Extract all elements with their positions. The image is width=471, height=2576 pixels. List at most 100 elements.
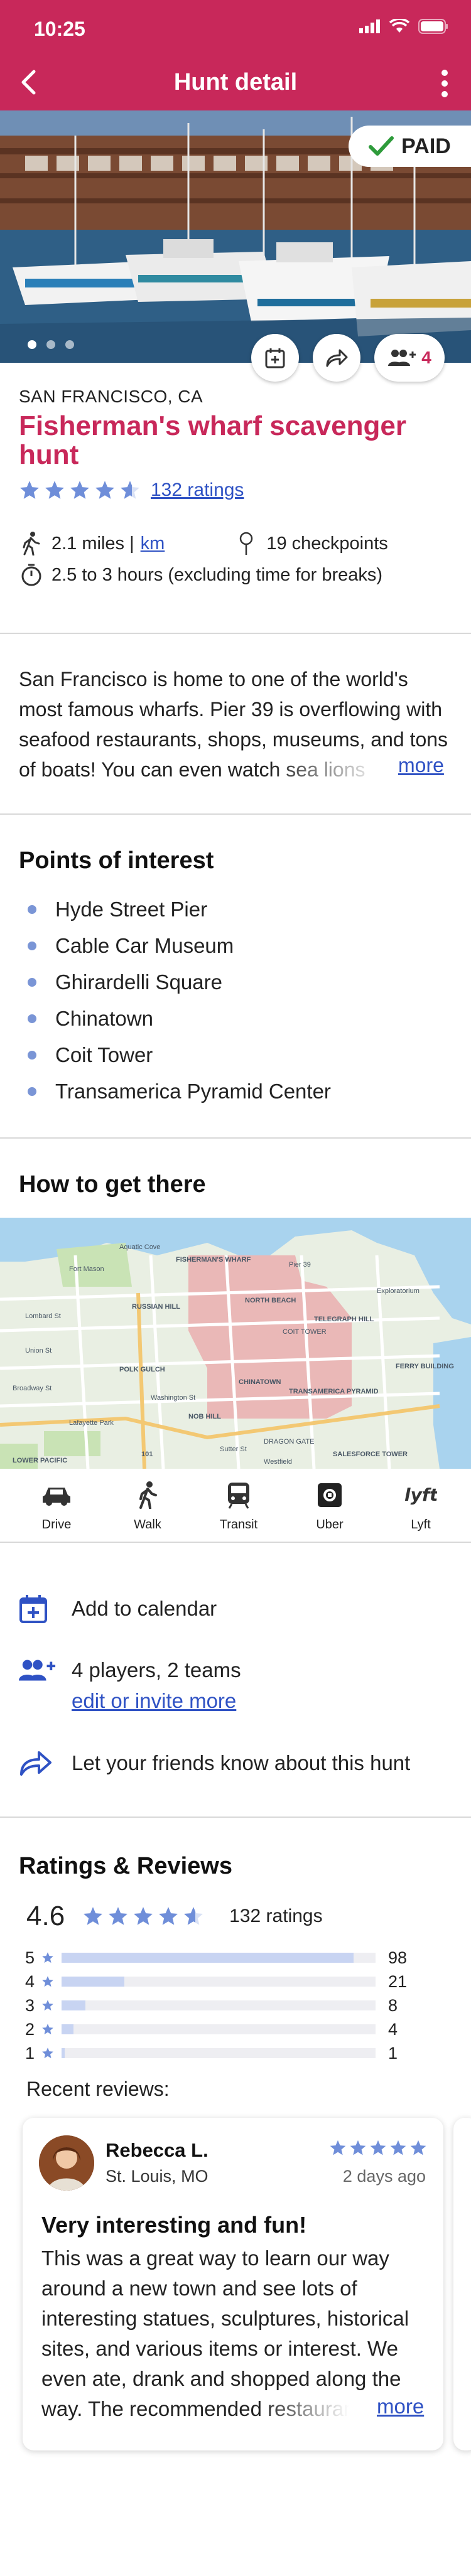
average-stars xyxy=(82,1906,204,1927)
poi-item: Hyde Street Pier xyxy=(28,891,331,928)
players-count: 4 xyxy=(421,348,431,367)
distance-value: 2.1 miles | xyxy=(51,533,134,554)
map-label: Sutter St xyxy=(220,1446,247,1453)
poi-item: Chinatown xyxy=(28,1001,331,1037)
wifi-icon xyxy=(389,19,409,33)
star-icon xyxy=(109,1907,128,1925)
star-icon xyxy=(390,2140,406,2155)
map-label: CHINATOWN xyxy=(239,1378,281,1386)
review-stars xyxy=(329,2139,427,2157)
map-label: SALESFORCE TOWER xyxy=(333,1451,408,1458)
unit-toggle-link[interactable]: km xyxy=(141,534,165,554)
divider xyxy=(0,813,471,815)
add-group-icon xyxy=(388,350,416,366)
rating-bar-fill xyxy=(62,2000,85,2010)
poi-item: Ghirardelli Square xyxy=(28,964,331,1001)
next-review-card[interactable] xyxy=(453,2118,471,2450)
carousel-dot[interactable] xyxy=(46,340,55,349)
description-more-link[interactable]: more xyxy=(398,754,444,777)
transport-walk[interactable]: Walk xyxy=(116,1480,179,1532)
signal-icon xyxy=(359,19,380,33)
points-of-interest-heading: Points of interest xyxy=(19,847,214,874)
star-icon xyxy=(350,2140,366,2155)
walking-icon xyxy=(19,531,44,556)
hunt-rating: 132 ratings xyxy=(19,480,244,501)
players-button[interactable]: 4 xyxy=(374,334,445,382)
svg-text:lyft: lyft xyxy=(404,1484,437,1505)
map[interactable]: Aquatic Cove FISHERMAN'S WHARF Pier 39 F… xyxy=(0,1218,471,1469)
poi-item: Transamerica Pyramid Center xyxy=(28,1073,331,1110)
star-icon xyxy=(84,1907,103,1925)
rating-bar-track xyxy=(62,1953,376,1963)
star-icon xyxy=(42,2000,53,2011)
walk-icon xyxy=(139,1481,157,1509)
status-time: 10:25 xyxy=(34,18,85,40)
map-label: POLK GULCH xyxy=(119,1366,165,1373)
add-group-icon xyxy=(19,1660,56,1681)
recent-reviews-heading: Recent reviews: xyxy=(26,2078,170,2100)
bullet-icon xyxy=(28,905,36,914)
rating-bar-fill xyxy=(62,2048,65,2058)
rating-bar-track xyxy=(62,1977,376,1987)
map-label: TRANSAMERICA PYRAMID xyxy=(289,1388,379,1395)
bullet-icon xyxy=(28,1087,36,1096)
map-label: Lafayette Park xyxy=(69,1419,114,1427)
carousel-dot[interactable] xyxy=(65,340,74,349)
rating-bar-stars: 5 xyxy=(25,1948,35,1967)
directions-heading: How to get there xyxy=(19,1171,206,1198)
map-label: DRAGON GATE xyxy=(264,1438,314,1446)
checkpoints-count: 19 checkpoints xyxy=(266,533,388,554)
rating-bar-row: 1 1 xyxy=(25,2041,452,2065)
calendar-plus-icon xyxy=(19,1595,47,1623)
ratings-count-link[interactable]: 132 ratings xyxy=(151,480,244,501)
star-half-icon xyxy=(184,1907,203,1925)
rating-bar-track xyxy=(62,2024,376,2034)
share-hunt-row[interactable]: Let your friends know about this hunt xyxy=(19,1747,458,1779)
star-icon xyxy=(42,1952,53,1963)
ratings-count: 132 ratings xyxy=(229,1906,323,1926)
star-icon xyxy=(134,1907,153,1925)
carousel-dot[interactable] xyxy=(28,340,36,349)
poi-label: Transamerica Pyramid Center xyxy=(55,1080,331,1103)
divider xyxy=(0,633,471,634)
transport-transit[interactable]: Transit xyxy=(207,1480,270,1532)
transport-label: Transit xyxy=(219,1518,258,1532)
star-icon xyxy=(19,481,40,499)
map-label: Lombard St xyxy=(25,1312,61,1320)
calendar-plus-icon xyxy=(265,348,285,368)
uber-icon xyxy=(318,1483,342,1507)
rating-bar-count: 8 xyxy=(388,1995,398,2015)
add-to-calendar-row[interactable]: Add to calendar xyxy=(19,1593,458,1624)
transport-label: Lyft xyxy=(411,1518,431,1532)
add-to-calendar-button[interactable] xyxy=(251,334,299,382)
more-options-icon[interactable] xyxy=(438,68,451,99)
edit-invite-link[interactable]: edit or invite more xyxy=(72,1686,241,1716)
review-card[interactable]: Rebecca L. St. Louis, MO 2 days ago Very… xyxy=(23,2118,443,2450)
hero-image[interactable]: PAID xyxy=(0,110,471,363)
share-icon xyxy=(20,1751,51,1776)
star-icon xyxy=(42,2047,53,2059)
rating-breakdown: 5 98 4 21 3 8 2 4 1 1 xyxy=(25,1946,452,2065)
paid-badge: PAID xyxy=(349,126,471,167)
divider xyxy=(0,1542,471,1543)
bullet-icon xyxy=(28,942,36,950)
transport-uber[interactable]: Uber xyxy=(298,1480,361,1532)
map-label: Washington St xyxy=(151,1394,195,1402)
map-label: LOWER PACIFIC xyxy=(13,1457,67,1464)
reviewer-location: St. Louis, MO xyxy=(106,2167,208,2186)
transport-drive[interactable]: Drive xyxy=(25,1480,88,1532)
star-half-icon xyxy=(120,481,140,499)
carousel-dots[interactable] xyxy=(28,340,74,349)
rating-bar-stars: 1 xyxy=(25,2043,35,2063)
rating-bar-track xyxy=(62,2048,376,2058)
rating-bar-fill xyxy=(62,1977,124,1987)
rating-bar-count: 21 xyxy=(388,1972,408,1991)
rating-bar-count: 4 xyxy=(388,2019,398,2039)
rating-stars xyxy=(19,480,141,501)
share-button[interactable] xyxy=(313,334,360,382)
review-more-link[interactable]: more xyxy=(377,2395,424,2418)
star-icon xyxy=(42,2024,53,2035)
poi-label: Coit Tower xyxy=(55,1043,153,1066)
transport-lyft[interactable]: lyft Lyft xyxy=(389,1480,452,1532)
avatar xyxy=(39,2135,94,2191)
